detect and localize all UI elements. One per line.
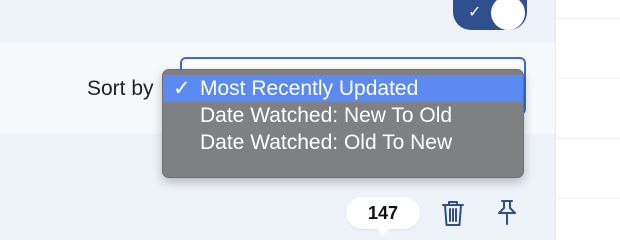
pin-icon[interactable] [495,198,519,226]
menu-item-label: Most Recently Updated [200,77,419,100]
panel-divider [556,78,620,79]
count-badge: 147 [346,197,420,236]
trash-icon[interactable] [440,199,466,227]
menu-item-most-recently-updated[interactable]: ✓ Most Recently Updated [163,75,523,102]
menu-item-label: Date Watched: Old To New [200,131,453,154]
right-panel [555,0,620,240]
sort-dropdown-menu[interactable]: ✓ Most Recently Updated Date Watched: Ne… [162,69,524,178]
menu-item-date-old-to-new[interactable]: Date Watched: Old To New [163,129,523,156]
sort-by-label: Sort by [87,77,154,100]
panel-divider [556,138,620,139]
menu-item-label: Date Watched: New To Old [200,104,453,127]
check-icon: ✓ [468,4,482,21]
toggle-switch[interactable]: ✓ [453,0,527,30]
panel-divider [556,18,620,19]
panel-divider [556,198,620,199]
toggle-knob [491,0,525,30]
check-icon: ✓ [173,77,191,100]
menu-item-date-new-to-old[interactable]: Date Watched: New To Old [163,102,523,129]
